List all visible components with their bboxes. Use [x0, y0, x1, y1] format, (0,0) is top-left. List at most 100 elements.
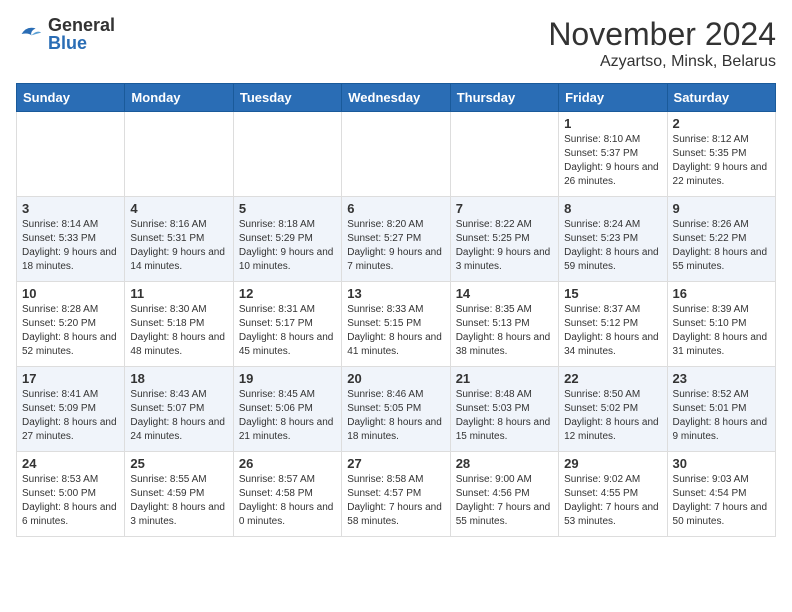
day-info: Sunrise: 8:20 AM Sunset: 5:27 PM Dayligh…: [347, 218, 444, 274]
day-number: 17: [22, 371, 119, 386]
day-number: 6: [347, 201, 444, 216]
header-wednesday: Wednesday: [342, 84, 450, 112]
header-monday: Monday: [125, 84, 233, 112]
week-row-4: 17 Sunrise: 8:41 AM Sunset: 5:09 PM Dayli…: [17, 367, 776, 452]
calendar-cell: 18 Sunrise: 8:43 AM Sunset: 5:07 PM Dayli…: [125, 367, 233, 452]
day-number: 7: [456, 201, 553, 216]
day-number: 8: [564, 201, 661, 216]
day-number: 18: [130, 371, 227, 386]
logo-text: General Blue: [48, 16, 115, 52]
calendar-cell: 25 Sunrise: 8:55 AM Sunset: 4:59 PM Dayli…: [125, 452, 233, 537]
day-info: Sunrise: 8:48 AM Sunset: 5:03 PM Dayligh…: [456, 388, 553, 444]
calendar-cell: 29 Sunrise: 9:02 AM Sunset: 4:55 PM Dayli…: [559, 452, 667, 537]
calendar-cell: 19 Sunrise: 8:45 AM Sunset: 5:06 PM Dayli…: [233, 367, 341, 452]
day-info: Sunrise: 8:12 AM Sunset: 5:35 PM Dayligh…: [673, 133, 770, 189]
day-number: 24: [22, 456, 119, 471]
day-info: Sunrise: 8:10 AM Sunset: 5:37 PM Dayligh…: [564, 133, 661, 189]
calendar-cell: [342, 112, 450, 197]
calendar-cell: 12Sunrise: 8:31 AM Sunset: 5:17 PM Dayli…: [233, 282, 341, 367]
day-info: Sunrise: 8:52 AM Sunset: 5:01 PM Dayligh…: [673, 388, 770, 444]
calendar-cell: 15 Sunrise: 8:37 AM Sunset: 5:12 PM Dayli…: [559, 282, 667, 367]
day-number: 28: [456, 456, 553, 471]
day-info: Sunrise: 8:33 AM Sunset: 5:15 PM Dayligh…: [347, 303, 444, 359]
calendar-cell: 7 Sunrise: 8:22 AM Sunset: 5:25 PM Daylig…: [450, 197, 558, 282]
page-title: November 2024: [548, 16, 776, 53]
calendar-cell: 20Sunrise: 8:46 AM Sunset: 5:05 PM Dayli…: [342, 367, 450, 452]
day-info: Sunrise: 8:41 AM Sunset: 5:09 PM Dayligh…: [22, 388, 119, 444]
header-friday: Friday: [559, 84, 667, 112]
calendar-cell: 23 Sunrise: 8:52 AM Sunset: 5:01 PM Dayli…: [667, 367, 775, 452]
day-number: 25: [130, 456, 227, 471]
day-number: 14: [456, 286, 553, 301]
day-info: Sunrise: 8:39 AM Sunset: 5:10 PM Dayligh…: [673, 303, 770, 359]
logo-blue: Blue: [48, 34, 115, 52]
day-info: Sunrise: 8:30 AM Sunset: 5:18 PM Dayligh…: [130, 303, 227, 359]
day-number: 13: [347, 286, 444, 301]
day-info: Sunrise: 8:37 AM Sunset: 5:12 PM Dayligh…: [564, 303, 661, 359]
day-number: 29: [564, 456, 661, 471]
calendar-cell: 11 Sunrise: 8:30 AM Sunset: 5:18 PM Dayli…: [125, 282, 233, 367]
calendar-cell: 22Sunrise: 8:50 AM Sunset: 5:02 PM Dayli…: [559, 367, 667, 452]
day-number: 4: [130, 201, 227, 216]
calendar-cell: 14Sunrise: 8:35 AM Sunset: 5:13 PM Dayli…: [450, 282, 558, 367]
day-info: Sunrise: 8:55 AM Sunset: 4:59 PM Dayligh…: [130, 473, 227, 529]
day-number: 15: [564, 286, 661, 301]
calendar-cell: 27Sunrise: 8:58 AM Sunset: 4:57 PM Dayli…: [342, 452, 450, 537]
day-info: Sunrise: 8:43 AM Sunset: 5:07 PM Dayligh…: [130, 388, 227, 444]
calendar-cell: [17, 112, 125, 197]
day-number: 3: [22, 201, 119, 216]
calendar-cell: 17 Sunrise: 8:41 AM Sunset: 5:09 PM Dayli…: [17, 367, 125, 452]
day-info: Sunrise: 8:31 AM Sunset: 5:17 PM Dayligh…: [239, 303, 336, 359]
day-number: 9: [673, 201, 770, 216]
day-number: 19: [239, 371, 336, 386]
day-number: 23: [673, 371, 770, 386]
day-info: Sunrise: 9:03 AM Sunset: 4:54 PM Dayligh…: [673, 473, 770, 529]
calendar-cell: 10Sunrise: 8:28 AM Sunset: 5:20 PM Dayli…: [17, 282, 125, 367]
calendar-cell: 28 Sunrise: 9:00 AM Sunset: 4:56 PM Dayli…: [450, 452, 558, 537]
calendar-cell: 24 Sunrise: 8:53 AM Sunset: 5:00 PM Dayli…: [17, 452, 125, 537]
day-info: Sunrise: 8:58 AM Sunset: 4:57 PM Dayligh…: [347, 473, 444, 529]
day-number: 21: [456, 371, 553, 386]
calendar-cell: [233, 112, 341, 197]
week-row-5: 24 Sunrise: 8:53 AM Sunset: 5:00 PM Dayli…: [17, 452, 776, 537]
day-info: Sunrise: 8:26 AM Sunset: 5:22 PM Dayligh…: [673, 218, 770, 274]
day-info: Sunrise: 9:00 AM Sunset: 4:56 PM Dayligh…: [456, 473, 553, 529]
day-number: 16: [673, 286, 770, 301]
week-row-3: 10Sunrise: 8:28 AM Sunset: 5:20 PM Dayli…: [17, 282, 776, 367]
week-row-1: 1 Sunrise: 8:10 AM Sunset: 5:37 PM Daylig…: [17, 112, 776, 197]
week-row-2: 3 Sunrise: 8:14 AM Sunset: 5:33 PM Daylig…: [17, 197, 776, 282]
calendar-cell: 16 Sunrise: 8:39 AM Sunset: 5:10 PM Dayli…: [667, 282, 775, 367]
calendar-cell: 30 Sunrise: 9:03 AM Sunset: 4:54 PM Dayli…: [667, 452, 775, 537]
logo: General Blue: [16, 16, 115, 52]
day-number: 5: [239, 201, 336, 216]
day-info: Sunrise: 9:02 AM Sunset: 4:55 PM Dayligh…: [564, 473, 661, 529]
day-number: 1: [564, 116, 661, 131]
calendar-cell: 1 Sunrise: 8:10 AM Sunset: 5:37 PM Daylig…: [559, 112, 667, 197]
header-thursday: Thursday: [450, 84, 558, 112]
day-number: 30: [673, 456, 770, 471]
logo-bird-icon: [16, 20, 44, 48]
calendar-cell: 3 Sunrise: 8:14 AM Sunset: 5:33 PM Daylig…: [17, 197, 125, 282]
calendar-cell: 4 Sunrise: 8:16 AM Sunset: 5:31 PM Daylig…: [125, 197, 233, 282]
day-info: Sunrise: 8:16 AM Sunset: 5:31 PM Dayligh…: [130, 218, 227, 274]
calendar-cell: 26Sunrise: 8:57 AM Sunset: 4:58 PM Dayli…: [233, 452, 341, 537]
calendar-cell: 2 Sunrise: 8:12 AM Sunset: 5:35 PM Daylig…: [667, 112, 775, 197]
header-sunday: Sunday: [17, 84, 125, 112]
day-number: 20: [347, 371, 444, 386]
calendar-cell: 6 Sunrise: 8:20 AM Sunset: 5:27 PM Daylig…: [342, 197, 450, 282]
day-number: 2: [673, 116, 770, 131]
title-block: November 2024 Azyartso, Minsk, Belarus: [548, 16, 776, 71]
day-info: Sunrise: 8:24 AM Sunset: 5:23 PM Dayligh…: [564, 218, 661, 274]
day-info: Sunrise: 8:28 AM Sunset: 5:20 PM Dayligh…: [22, 303, 119, 359]
day-info: Sunrise: 8:14 AM Sunset: 5:33 PM Dayligh…: [22, 218, 119, 274]
day-number: 11: [130, 286, 227, 301]
day-info: Sunrise: 8:45 AM Sunset: 5:06 PM Dayligh…: [239, 388, 336, 444]
page-subtitle: Azyartso, Minsk, Belarus: [548, 53, 776, 71]
logo-general: General: [48, 16, 115, 34]
day-info: Sunrise: 8:57 AM Sunset: 4:58 PM Dayligh…: [239, 473, 336, 529]
calendar-header: SundayMondayTuesdayWednesdayThursdayFrid…: [17, 84, 776, 112]
day-info: Sunrise: 8:53 AM Sunset: 5:00 PM Dayligh…: [22, 473, 119, 529]
header-saturday: Saturday: [667, 84, 775, 112]
calendar-cell: [125, 112, 233, 197]
day-info: Sunrise: 8:22 AM Sunset: 5:25 PM Dayligh…: [456, 218, 553, 274]
